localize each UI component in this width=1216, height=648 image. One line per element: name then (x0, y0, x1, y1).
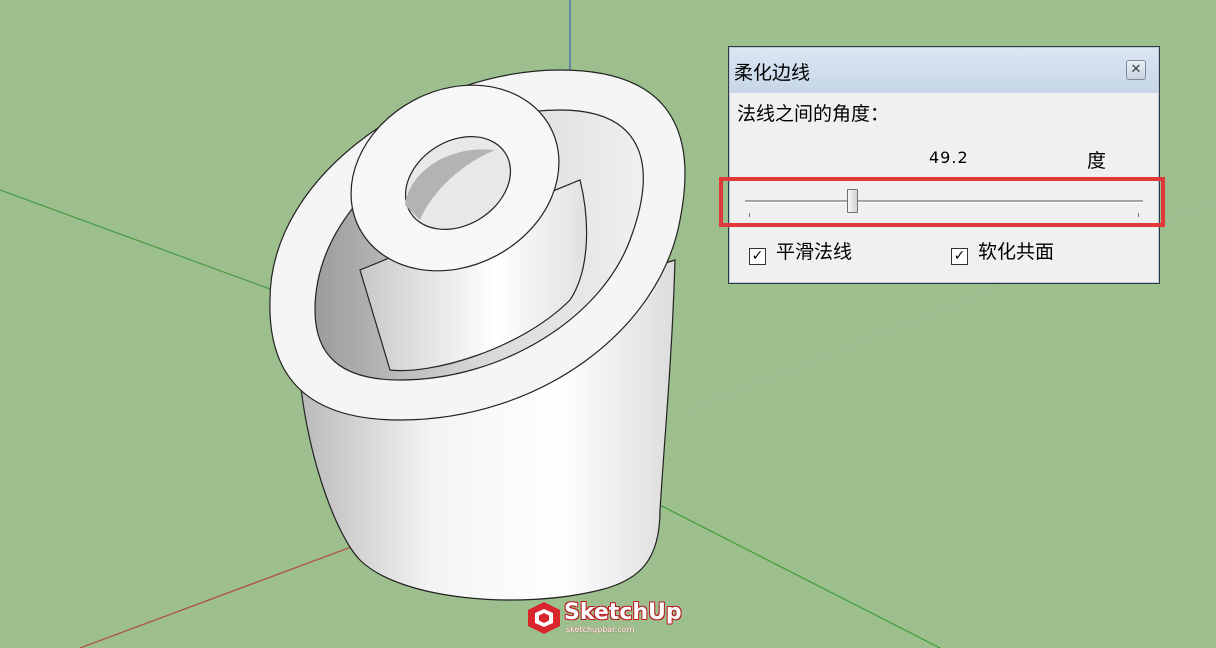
smooth-normals-checkbox[interactable]: ✓ 平滑法线 (749, 237, 852, 265)
soften-coplanar-check-icon[interactable]: ✓ (951, 248, 968, 265)
red-axis (79, 539, 371, 648)
slider-tick-max (1138, 213, 1139, 217)
smooth-normals-check-icon[interactable]: ✓ (749, 248, 766, 265)
slider-track[interactable] (745, 200, 1143, 203)
green-axis (0, 189, 301, 301)
soften-edges-dialog: 柔化边线 ✕ 法线之间的角度： 49.2 度 ✓ 平滑法线 ✓ 软化共面 (728, 46, 1160, 284)
watermark-url: sketchupbar.com (566, 625, 635, 634)
close-icon[interactable]: ✕ (1126, 60, 1146, 80)
sketchup-logo-icon (528, 602, 560, 634)
angle-slider[interactable] (735, 185, 1155, 221)
angle-unit-label: 度 (1087, 150, 1107, 172)
dialog-title: 柔化边线 (734, 62, 811, 84)
sketchup-watermark: SketchUp sketchupbar.com (526, 598, 696, 638)
smooth-normals-label: 平滑法线 (776, 241, 853, 263)
angle-value: 49.2 (929, 148, 969, 167)
soften-coplanar-label: 软化共面 (978, 241, 1055, 263)
dialog-titlebar[interactable]: 柔化边线 ✕ (730, 48, 1158, 93)
slider-tick-min (749, 213, 750, 217)
angle-between-normals-label: 法线之间的角度： (737, 103, 890, 125)
slider-thumb[interactable] (846, 189, 858, 213)
soften-coplanar-checkbox[interactable]: ✓ 软化共面 (951, 237, 1054, 265)
watermark-brand: SketchUp (564, 600, 682, 625)
